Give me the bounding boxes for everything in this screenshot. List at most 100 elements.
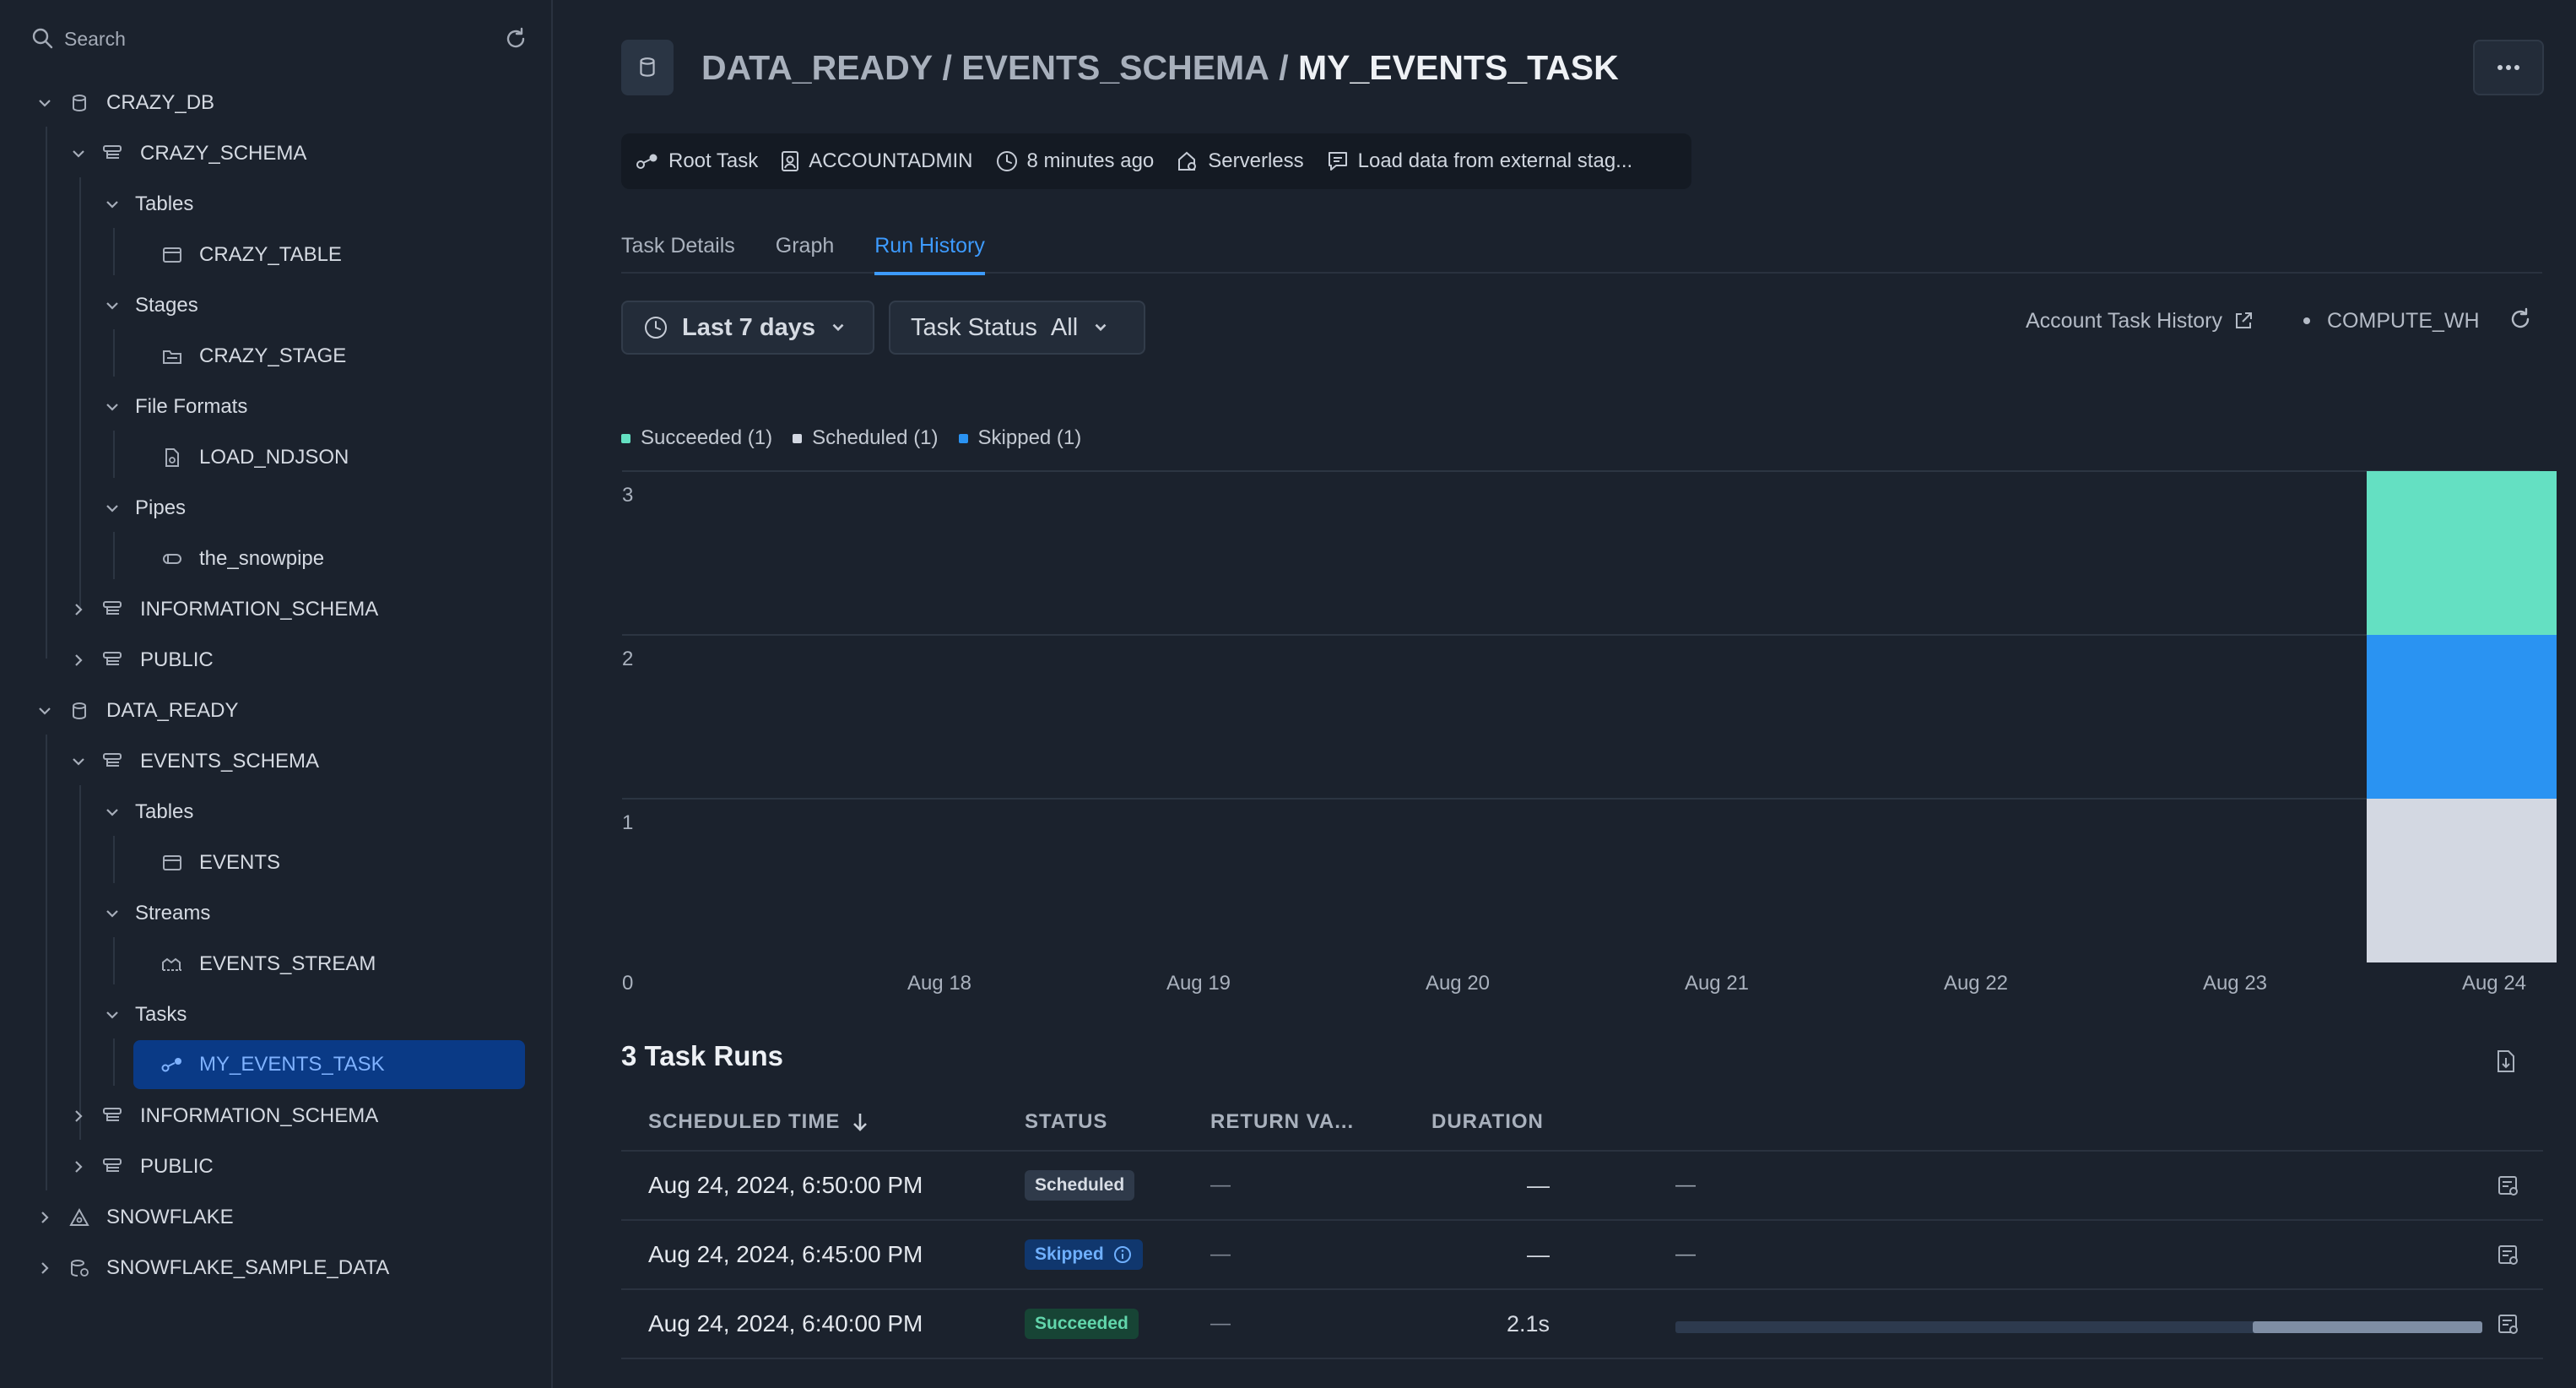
tree-item-label: File Formats: [135, 395, 248, 418]
tree-item-events-stream[interactable]: EVENTS_STREAM: [160, 941, 376, 988]
chevron-right-icon[interactable]: [68, 1105, 89, 1127]
column-return-value[interactable]: RETURN VA...: [1210, 1110, 1431, 1134]
run-timeline-fill: [2252, 1321, 2482, 1333]
tree-item-public[interactable]: PUBLIC: [68, 1143, 214, 1190]
tree-item-label: DATA_READY: [106, 699, 239, 722]
table-icon: [160, 243, 184, 267]
y-tick-label: 1: [622, 811, 633, 834]
tree-item-tables-folder[interactable]: Tables: [101, 181, 193, 228]
column-status[interactable]: STATUS: [1025, 1110, 1210, 1134]
column-header-label: SCHEDULED TIME: [648, 1110, 841, 1133]
chevron-down-icon[interactable]: [68, 751, 89, 773]
export-icon[interactable]: [2494, 1049, 2518, 1074]
task-status-dropdown[interactable]: Task Status All: [889, 301, 1145, 355]
chevron-right-icon[interactable]: [68, 1156, 89, 1178]
view-query-profile-icon[interactable]: [2497, 1174, 2520, 1198]
updated-label: 8 minutes ago: [1026, 149, 1155, 172]
tree-item-information-schema[interactable]: INFORMATION_SCHEMA: [68, 1093, 378, 1140]
tree-item-tables-folder[interactable]: Tables: [101, 789, 193, 836]
chevron-down-icon[interactable]: [101, 497, 123, 519]
table-icon: [160, 851, 184, 875]
task-type-label: Root Task: [668, 149, 759, 172]
warehouse-selector[interactable]: COMPUTE_WH: [2303, 304, 2480, 338]
column-duration[interactable]: DURATION: [1431, 1110, 1544, 1134]
info-icon[interactable]: [1112, 1244, 1133, 1265]
task-comment[interactable]: Load data from external stag...: [1326, 149, 1632, 173]
tree-item-label: LOAD_NDJSON: [199, 446, 349, 469]
tree-item-tasks-folder[interactable]: Tasks: [101, 991, 187, 1038]
chevron-down-icon[interactable]: [101, 1004, 123, 1026]
task-runs-table: SCHEDULED TIME STATUS RETURN VA... DURAT…: [621, 1094, 2543, 1359]
tree-item-information-schema[interactable]: INFORMATION_SCHEMA: [68, 586, 378, 633]
view-query-profile-icon[interactable]: [2497, 1244, 2520, 1267]
chevron-down-icon[interactable]: [101, 193, 123, 215]
tree-item-label: Tasks: [135, 1003, 187, 1026]
tree-item-crazy-db[interactable]: CRAZY_DB: [34, 79, 214, 127]
more-actions-button[interactable]: [2473, 40, 2544, 95]
compute-label: Serverless: [1208, 149, 1304, 172]
refresh-icon[interactable]: [2508, 306, 2533, 332]
task-runs-title: 3 Task Runs: [621, 1040, 783, 1071]
chevron-down-icon[interactable]: [101, 801, 123, 823]
tree-item-label: PUBLIC: [140, 648, 214, 671]
chevron-right-icon[interactable]: [68, 599, 89, 621]
date-range-dropdown[interactable]: Last 7 days: [621, 301, 874, 355]
tree-item-events-schema[interactable]: EVENTS_SCHEMA: [68, 738, 319, 785]
chevron-down-icon[interactable]: [68, 143, 89, 165]
tree-item-stages-folder[interactable]: Stages: [101, 282, 198, 329]
chevron-down-icon[interactable]: [34, 92, 56, 114]
legend-item-scheduled[interactable]: Scheduled (1): [793, 426, 939, 450]
chevron-down-icon[interactable]: [34, 700, 56, 722]
table-row[interactable]: Aug 24, 2024, 6:40:00 PM Succeeded — 2.1…: [621, 1290, 2543, 1359]
legend-item-skipped[interactable]: Skipped (1): [958, 426, 1081, 450]
breadcrumb-schema[interactable]: EVENTS_SCHEMA: [961, 48, 1269, 88]
tree-item-streams-folder[interactable]: Streams: [101, 890, 210, 937]
search-input[interactable]: [64, 27, 503, 51]
tree-item-crazy-stage[interactable]: CRAZY_STAGE: [160, 333, 346, 380]
legend-item-succeeded[interactable]: Succeeded (1): [621, 426, 772, 450]
table-row[interactable]: Aug 24, 2024, 6:45:00 PM Skipped — — —: [621, 1221, 2543, 1290]
return-value-cell: —: [1210, 1174, 1231, 1196]
legend-swatch: [958, 433, 968, 443]
tab-run-history[interactable]: Run History: [874, 220, 985, 275]
y-tick-label: 3: [622, 484, 633, 507]
tree-item-data-ready[interactable]: DATA_READY: [34, 687, 238, 735]
tree-item-file-formats-folder[interactable]: File Formats: [101, 383, 247, 431]
account-task-history-link[interactable]: Account Task History: [2026, 304, 2254, 338]
chevron-right-icon[interactable]: [34, 1206, 56, 1228]
tree-item-events[interactable]: EVENTS: [160, 839, 280, 886]
schema-icon: [101, 142, 125, 165]
chevron-right-icon[interactable]: [68, 649, 89, 671]
tree-item-label: EVENTS_STREAM: [199, 952, 376, 975]
pipe-icon: [160, 547, 184, 571]
refresh-icon[interactable]: [503, 26, 528, 52]
tree-item-snowflake[interactable]: SNOWFLAKE: [34, 1194, 234, 1241]
tree-item-crazy-schema[interactable]: CRAZY_SCHEMA: [68, 130, 306, 177]
warehouse-label: COMPUTE_WH: [2327, 308, 2480, 333]
task-detail-panel: DATA_READY / EVENTS_SCHEMA / MY_EVENTS_T…: [555, 0, 2576, 1388]
chevron-down-icon[interactable]: [101, 396, 123, 418]
chevron-right-icon[interactable]: [34, 1257, 56, 1279]
tree-item-snowflake-sample-data[interactable]: SNOWFLAKE_SAMPLE_DATA: [34, 1244, 389, 1292]
view-query-profile-icon[interactable]: [2497, 1313, 2520, 1336]
tree-item-public[interactable]: PUBLIC: [68, 637, 214, 684]
run-history-chart: 0 1 2 3 Aug 18 Aug 19 Aug 20 Aug 21 Aug 22 Aug 23…: [622, 470, 2557, 995]
tree-item-pipes-folder[interactable]: Pipes: [101, 485, 186, 532]
chevron-down-icon[interactable]: [101, 295, 123, 317]
table-row[interactable]: Aug 24, 2024, 6:50:00 PM Scheduled — — —: [621, 1152, 2543, 1221]
tree-item-the-snowpipe[interactable]: the_snowpipe: [160, 535, 324, 583]
chevron-down-icon[interactable]: [101, 903, 123, 924]
clock-icon: [996, 151, 1017, 171]
tab-graph[interactable]: Graph: [776, 220, 834, 275]
sort-descending-icon[interactable]: [850, 1111, 870, 1133]
column-scheduled-time[interactable]: SCHEDULED TIME: [621, 1110, 1025, 1134]
tree-item-crazy-table[interactable]: CRAZY_TABLE: [160, 231, 342, 279]
scheduled-time-cell: Aug 24, 2024, 6:45:00 PM: [648, 1241, 923, 1267]
shared-database-icon: [68, 1256, 91, 1280]
run-timeline-bar: [1675, 1321, 2482, 1333]
tree-item-my-events-task[interactable]: MY_EVENTS_TASK: [133, 1040, 525, 1089]
breadcrumb-database[interactable]: DATA_READY: [701, 48, 933, 88]
tree-item-label: CRAZY_STAGE: [199, 344, 347, 367]
tab-task-details[interactable]: Task Details: [621, 220, 735, 275]
tree-item-load-ndjson[interactable]: LOAD_NDJSON: [160, 434, 349, 481]
